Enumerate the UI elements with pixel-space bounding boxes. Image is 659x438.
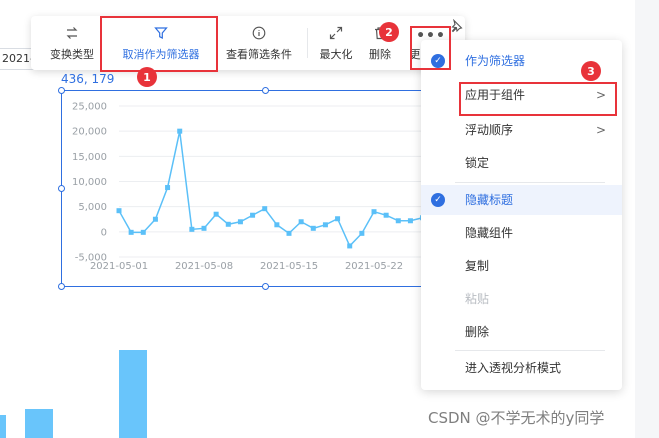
data-point [286, 230, 292, 236]
view-filter-conditions-button[interactable]: 查看筛选条件 [217, 16, 301, 70]
menu-item-label: 作为筛选器 [465, 54, 526, 68]
pin-icon[interactable] [449, 19, 463, 33]
menu-divider [455, 350, 605, 351]
info-icon [252, 25, 266, 41]
menu-item-label: 复制 [465, 259, 490, 273]
data-point [359, 230, 365, 236]
data-point [395, 218, 401, 224]
y-tick-label: 20,000 [72, 127, 107, 138]
data-point [274, 222, 280, 228]
data-point [322, 222, 328, 228]
menu-item-hide-title[interactable]: ✓ 隐藏标题 [421, 185, 622, 215]
y-tick-label: 25,000 [72, 102, 107, 113]
menu-item-delete[interactable]: 删除 [421, 317, 622, 347]
data-point [383, 212, 389, 218]
bar [0, 415, 6, 438]
watermark: CSDN @不学无术的y同学 [428, 409, 605, 427]
menu-item-label: 隐藏标题 [465, 193, 514, 207]
widget-position-readout: 436, 179 [61, 72, 115, 86]
maximize-button[interactable]: 最大化 [314, 16, 358, 70]
data-point [335, 216, 341, 222]
menu-item-label: 隐藏组件 [465, 226, 514, 240]
data-point [189, 226, 195, 232]
menu-item-paste: 粘贴 [421, 284, 622, 314]
swap-icon [65, 25, 79, 41]
data-point [225, 221, 231, 227]
menu-item-hide-component[interactable]: 隐藏组件 [421, 218, 622, 248]
data-point [165, 185, 171, 191]
data-point [250, 212, 256, 218]
annotation-badge-1: 1 [137, 67, 157, 87]
menu-item-pivot-analysis[interactable]: 进入透视分析模式 [421, 353, 622, 383]
y-tick-label: 15,000 [72, 152, 107, 163]
data-point [262, 206, 268, 212]
delete-label: 删除 [369, 47, 391, 61]
data-point [407, 218, 413, 224]
annotation-badge-3: 3 [581, 61, 601, 81]
menu-divider [455, 182, 605, 183]
switch-type-button[interactable]: 变换类型 [39, 16, 105, 70]
bar [119, 350, 147, 438]
y-tick-label: 5,000 [78, 202, 107, 213]
right-panel-edge [635, 0, 659, 438]
chevron-right-icon: > [595, 123, 606, 137]
annotation-box-2 [410, 26, 451, 70]
data-point [347, 243, 353, 249]
widget-toolbar: 变换类型 取消作为筛选器 查看筛选条件 最大化 删除 更 [31, 16, 465, 70]
menu-item-float-order[interactable]: 浮动顺序 > [421, 115, 622, 145]
maximize-label: 最大化 [319, 47, 353, 61]
switch-type-label: 变换类型 [50, 47, 94, 61]
x-tick-label: 2021-05-15 [260, 261, 318, 272]
menu-item-label: 删除 [465, 325, 490, 339]
data-point [310, 225, 316, 231]
menu-item-label: 浮动顺序 [465, 123, 514, 137]
expand-icon [329, 25, 343, 41]
menu-item-copy[interactable]: 复制 [421, 251, 622, 281]
menu-item-label: 进入透视分析模式 [465, 361, 562, 375]
data-point [213, 211, 219, 217]
menu-item-lock[interactable]: 锁定 [421, 148, 622, 178]
data-point [237, 219, 243, 225]
data-point [371, 209, 377, 215]
line-chart: 25,00020,00015,00010,0005,0000-5,000 202… [72, 102, 480, 273]
check-icon: ✓ [431, 193, 445, 207]
data-point [298, 219, 304, 225]
view-filter-label: 查看筛选条件 [226, 47, 292, 61]
menu-item-label: 粘贴 [465, 292, 490, 306]
y-tick-label: 10,000 [72, 177, 107, 188]
menu-item-label: 锁定 [465, 156, 490, 170]
data-point [140, 229, 146, 235]
data-point [201, 225, 207, 231]
annotation-box-3 [459, 82, 617, 116]
x-tick-label: 2021-05-08 [175, 261, 233, 272]
date-filter-input[interactable]: 2021-05 [0, 48, 34, 70]
annotation-badge-2: 2 [379, 22, 399, 42]
bar [25, 409, 53, 438]
data-point [116, 208, 122, 214]
data-point [177, 128, 183, 134]
data-point [128, 229, 134, 235]
x-tick-label: 2021-05-01 [90, 261, 148, 272]
y-tick-label: 0 [101, 227, 107, 238]
toolbar-divider [307, 28, 308, 58]
x-tick-label: 2021-05-22 [345, 261, 403, 272]
data-point [152, 216, 158, 222]
annotation-box-1 [100, 16, 218, 72]
